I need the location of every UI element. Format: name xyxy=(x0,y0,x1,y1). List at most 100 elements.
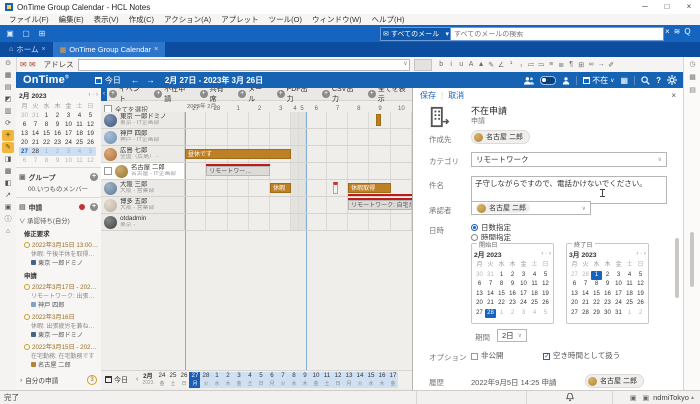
scroller-day[interactable]: 9木 xyxy=(299,372,310,388)
workspace-icon[interactable]: ▣ xyxy=(2,202,14,213)
mail-filter-select[interactable]: ✉ すべてのメール ▾ xyxy=(380,27,452,41)
scroller-day[interactable]: 7火 xyxy=(277,372,288,388)
calendar-day[interactable]: 21 xyxy=(580,299,591,309)
close-icon[interactable]: × xyxy=(154,46,158,53)
event-bar[interactable]: リモートワーク: 自宅か… xyxy=(348,200,412,210)
calendar-day[interactable]: 7 xyxy=(580,280,591,290)
person-cell[interactable]: 東京 一郎ドミノ東京 - IT企画部 xyxy=(101,112,185,128)
tab-ontime-group-calendar[interactable]: ▦ OnTime Group Calendar × xyxy=(53,42,166,57)
briefcase-icon[interactable]: ▤ xyxy=(687,85,698,96)
calendar-day[interactable]: 7 xyxy=(485,280,496,290)
scroller-day[interactable]: 5日 xyxy=(255,372,266,388)
group-section-header[interactable]: ▣ グループ + xyxy=(16,170,101,184)
today-button[interactable]: 今日 xyxy=(95,75,121,86)
calendar-day[interactable]: 20 xyxy=(19,138,30,147)
close-icon[interactable]: × xyxy=(42,46,46,53)
calendar-day[interactable]: 24 xyxy=(613,299,624,309)
status-icon[interactable]: ☀ xyxy=(2,130,14,141)
calendar-next-icon[interactable]: › xyxy=(644,251,646,257)
scroller-day[interactable]: 26日 xyxy=(178,372,189,388)
calendar-day[interactable]: 5 xyxy=(540,271,551,281)
calendar-day[interactable]: 4 xyxy=(74,111,85,120)
format-icon[interactable]: ≕ xyxy=(538,61,545,69)
format-icon[interactable]: → xyxy=(598,61,605,69)
calendar-day[interactable]: 7 xyxy=(30,120,41,129)
calendar-day[interactable]: 5 xyxy=(635,271,646,281)
pending-approval-header[interactable]: ∨ 承認待ち(自分) xyxy=(16,214,101,227)
notifications-segment[interactable] xyxy=(527,391,613,404)
scroller-day[interactable]: 16木 xyxy=(376,372,387,388)
calendar-day[interactable]: 13 xyxy=(19,129,30,138)
person-icon[interactable] xyxy=(562,76,570,85)
option-free-time[interactable]: ✓ 空き時間として扱う xyxy=(543,350,620,361)
clock-icon[interactable]: ◷ xyxy=(687,59,698,70)
calendar-day[interactable]: 22 xyxy=(496,299,507,309)
calendar-day[interactable]: 30 xyxy=(602,309,613,319)
calendar-day[interactable]: 2 xyxy=(507,271,518,281)
calendar-day[interactable]: 24 xyxy=(63,138,74,147)
person-cell[interactable]: 神戸 四郎神戸 - IT企画部 xyxy=(101,129,185,145)
menu-アプレット[interactable]: アプレット xyxy=(216,14,264,25)
request-item[interactable]: 2022年3月16日休暇: 出張疲労を兼ねて休暇…東京 一郎ドミノ xyxy=(16,311,101,341)
calendar-day[interactable]: 8 xyxy=(41,156,52,165)
calendar-day[interactable]: 10 xyxy=(613,280,624,290)
calendar-day[interactable]: 12 xyxy=(85,120,96,129)
format-icon[interactable]: ≣ xyxy=(558,61,565,69)
calendar-today-icon[interactable]: ∙ xyxy=(640,251,642,257)
scroller-day[interactable]: 10金 xyxy=(310,372,321,388)
calendar-day[interactable]: 6 xyxy=(19,156,30,165)
calendar-day[interactable]: 31 xyxy=(30,111,41,120)
history-person-chip[interactable]: 名古屋 二郎 xyxy=(585,374,644,388)
calendar-day[interactable]: 4 xyxy=(529,271,540,281)
format-icon[interactable]: ≡ xyxy=(548,61,555,69)
settings-gear-icon[interactable] xyxy=(667,75,677,85)
format-icon[interactable]: ∠ xyxy=(498,61,505,69)
calendar-day[interactable]: 10 xyxy=(63,156,74,165)
table-row[interactable]: 神戸 四郎神戸 - IT企画部 xyxy=(101,129,412,146)
calendar-day[interactable]: 8 xyxy=(41,120,52,129)
event-bar[interactable]: 昼休です xyxy=(185,149,291,159)
calendar-day[interactable]: 1 xyxy=(41,147,52,156)
calendar-day[interactable]: 27 xyxy=(569,309,580,319)
format-icon[interactable]: A xyxy=(468,61,475,69)
calendar-day[interactable]: 26 xyxy=(540,299,551,309)
calendar-prev-icon[interactable]: ‹ xyxy=(541,251,543,257)
replicator-icon[interactable]: ◨ xyxy=(2,154,14,165)
save-button[interactable]: 保存 xyxy=(420,90,436,101)
menu-作成(C)[interactable]: 作成(C) xyxy=(124,14,159,25)
today-button[interactable]: 今日 xyxy=(105,375,128,385)
calendar-day[interactable]: 2 xyxy=(52,111,63,120)
calendar-day[interactable]: 11 xyxy=(74,156,85,165)
row-checkbox[interactable] xyxy=(104,167,112,175)
calendar-day[interactable]: 26 xyxy=(635,299,646,309)
style-select[interactable] xyxy=(414,59,432,71)
pending-item[interactable] xyxy=(333,182,338,194)
calendar-day[interactable]: 18 xyxy=(529,290,540,300)
calendar-day[interactable]: 4 xyxy=(529,309,540,319)
menu-編集(E)[interactable]: 編集(E) xyxy=(54,14,89,25)
table-row[interactable]: 大阪 三郎大阪 - 営業部休暇休暇取得 xyxy=(101,180,412,197)
send-icon[interactable]: ↗ xyxy=(2,190,14,201)
display-toggle[interactable] xyxy=(540,76,556,85)
calendar-day[interactable]: 1 xyxy=(496,309,507,319)
period-select[interactable]: 2日 ∨ xyxy=(497,329,527,342)
save-icon[interactable]: ▢ xyxy=(20,28,32,40)
calendar-day[interactable]: 2 xyxy=(507,309,518,319)
calendar-day[interactable]: 29 xyxy=(591,309,602,319)
calendar-day[interactable]: 5 xyxy=(85,111,96,120)
absence-view-select[interactable]: 不在 ∨ xyxy=(583,75,614,86)
calendar-day[interactable]: 17 xyxy=(518,290,529,300)
mail-icon[interactable]: ▤ xyxy=(2,82,14,93)
calendar-day[interactable]: 16 xyxy=(507,290,518,300)
request-item[interactable]: 2022年3月17日 - 2022年3月…リモートワーク: 出張先にて…神戸 四… xyxy=(16,281,101,311)
calendar-today-icon[interactable]: ∙ xyxy=(545,251,547,257)
calendar-day[interactable]: 16 xyxy=(52,129,63,138)
table-row[interactable]: 名古屋 二郎名古屋 - IT企画部リモートワー… xyxy=(101,163,412,180)
calendar-day[interactable]: 8 xyxy=(496,280,507,290)
calendar-prev-icon[interactable]: ‹ xyxy=(636,251,638,257)
format-icon[interactable]: ≔ xyxy=(528,61,535,69)
scrollbar-thumb[interactable] xyxy=(690,232,694,287)
calendar-day[interactable]: 26 xyxy=(85,138,96,147)
person-cell[interactable]: 博多 五郎大阪 - 営業部 xyxy=(101,197,185,213)
calendar-day[interactable]: 16 xyxy=(602,290,613,300)
